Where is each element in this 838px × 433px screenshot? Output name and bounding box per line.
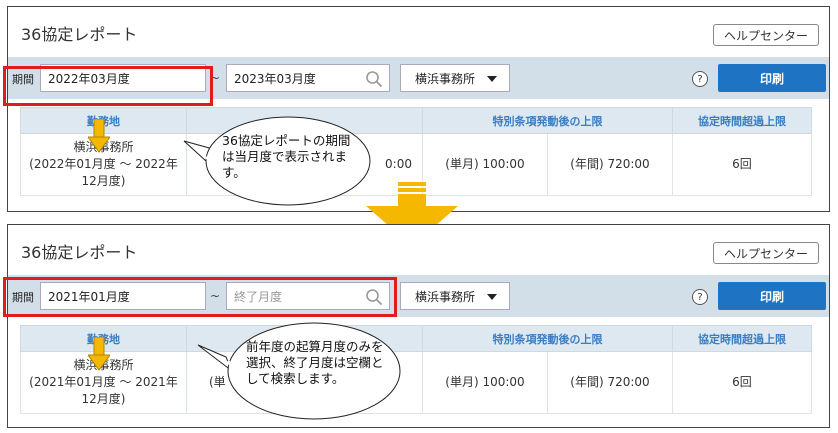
search-icon[interactable]: [365, 288, 383, 306]
office-value: 横浜事務所: [415, 289, 476, 304]
filter-toolbar: 期間 2021年01月度 ~ 終了月度 横浜事務所 ? 印刷: [3, 275, 829, 317]
filter-toolbar: 期間 2022年03月度 ~ 2023年03月度 横浜事務所 ? 印刷: [3, 57, 829, 106]
yearly-limit-cell: (年間) 720:00: [547, 351, 673, 414]
report-panel-previous: 36協定レポート ヘルプセンター 期間 2021年01月度 ~ 終了月度 横浜事…: [3, 224, 830, 428]
table-row: 横浜事務所 (2021年01月度 ～ 2021年12月度) (単 (単月) 10…: [20, 351, 812, 414]
column-header-special-limit: 特別条項発動後の上限: [422, 325, 673, 352]
arrow-down-icon: [88, 337, 110, 371]
page-title: 36協定レポート: [21, 25, 138, 44]
report-table: 勤務地 特別条項発動後の上限 協定時間超過上限 横浜事務所 (2021年01月度…: [20, 325, 812, 414]
period-end-input[interactable]: 終了月度: [226, 282, 390, 310]
period-start-input[interactable]: 2021年01月度: [40, 282, 206, 310]
period-separator: ~: [210, 289, 221, 303]
office-select[interactable]: 横浜事務所: [400, 64, 510, 92]
period-start-value: 2022年03月度: [48, 71, 130, 86]
office-value: 横浜事務所: [415, 71, 476, 86]
question-icon[interactable]: ?: [692, 71, 708, 87]
yearly-limit-cell: (年間) 720:00: [547, 133, 673, 196]
location-range: (2022年01月度 ～ 2022年12月度): [29, 157, 178, 188]
location-range: (2021年01月度 ～ 2021年12月度): [29, 375, 178, 406]
print-button[interactable]: 印刷: [718, 282, 826, 310]
period-end-placeholder: 終了月度: [234, 289, 283, 304]
period-start-value: 2021年01月度: [48, 289, 130, 304]
monthly-limit-cell: (単月) 100:00: [422, 351, 548, 414]
page-title: 36協定レポート: [21, 243, 138, 262]
arrow-down-icon: [88, 119, 110, 153]
period-end-input[interactable]: 2023年03月度: [226, 64, 390, 92]
callout-bubble: 36協定レポートの期間は当月度で表示されます。: [176, 109, 376, 209]
caret-down-icon: [487, 294, 497, 300]
caret-down-icon: [487, 76, 497, 82]
column-header-overtime-limit: 協定時間超過上限: [672, 325, 812, 352]
question-icon[interactable]: ?: [692, 289, 708, 305]
search-icon[interactable]: [365, 70, 383, 88]
overtime-count-cell: 6回: [672, 351, 812, 414]
period-start-input[interactable]: 2022年03月度: [40, 64, 206, 92]
help-center-button[interactable]: ヘルプセンター: [713, 242, 819, 264]
overtime-count-cell: 6回: [672, 133, 812, 196]
print-button[interactable]: 印刷: [718, 64, 826, 92]
column-header-special-limit: 特別条項発動後の上限: [422, 107, 673, 134]
period-label: 期間: [12, 291, 34, 304]
help-center-button[interactable]: ヘルプセンター: [713, 24, 819, 46]
period-end-value: 2023年03月度: [234, 71, 316, 86]
callout-bubble: 前年度の起算月度のみを選択、終了月度は空欄として検索します。: [194, 317, 404, 425]
callout-text: 前年度の起算月度のみを選択、終了月度は空欄として検索します。: [246, 339, 384, 386]
period-separator: ~: [210, 71, 221, 85]
office-select[interactable]: 横浜事務所: [400, 282, 510, 310]
callout-text: 36協定レポートの期間は当月度で表示されます。: [222, 133, 351, 180]
column-header-overtime-limit: 協定時間超過上限: [672, 107, 812, 134]
period-label: 期間: [12, 73, 34, 86]
